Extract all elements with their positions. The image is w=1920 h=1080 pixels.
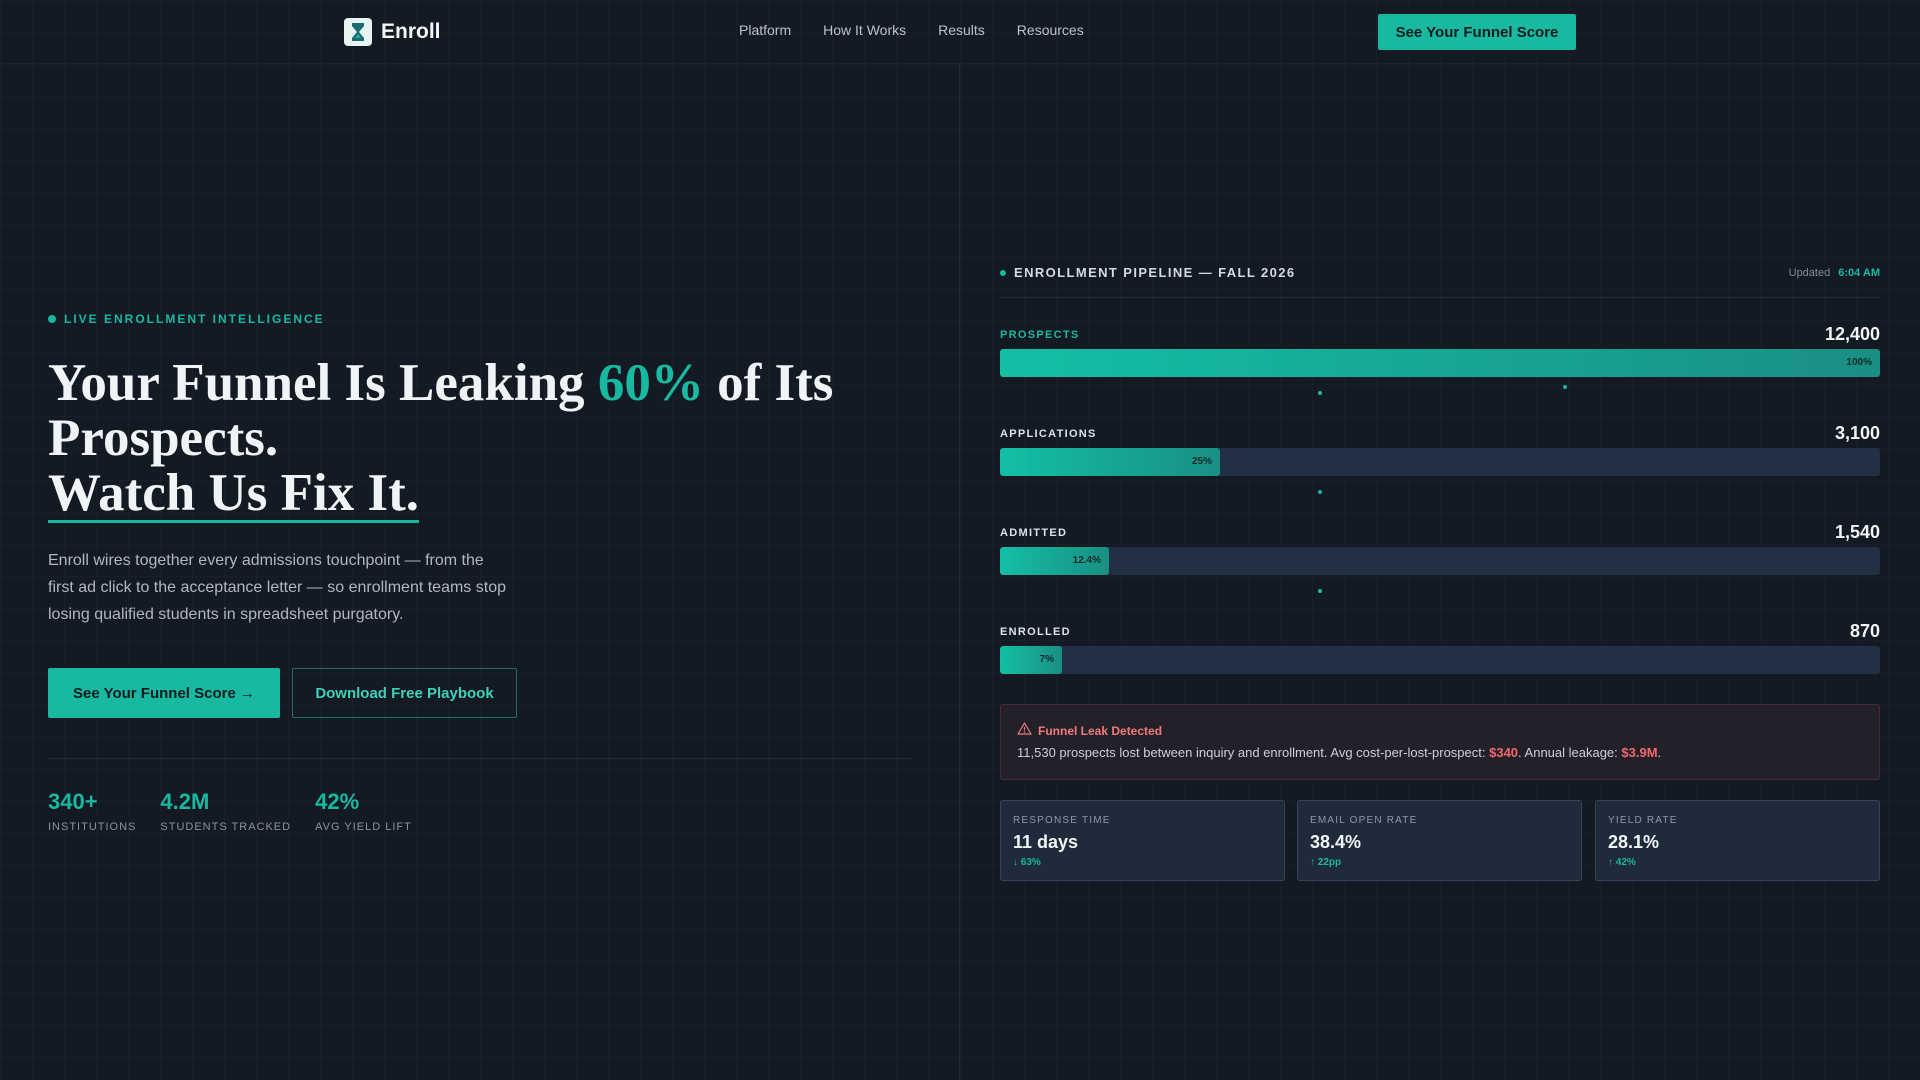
download-playbook-button[interactable]: Download Free Playbook xyxy=(292,668,517,718)
stage-percent: 100% xyxy=(1846,357,1872,368)
metric-value: 11 days xyxy=(1013,832,1079,852)
nav-link-results[interactable]: Results xyxy=(938,22,985,38)
flow-dot-icon xyxy=(1318,589,1322,593)
stat-label: AVG YIELD LIFT xyxy=(315,821,412,833)
hourglass-icon xyxy=(344,18,372,46)
top-nav: Enroll Platform How It Works Results Res… xyxy=(0,0,1920,64)
alert-body: 11,530 prospects lost between inquiry an… xyxy=(1017,745,1661,760)
nav-funnel-score-button[interactable]: See Your Funnel Score xyxy=(1378,14,1576,50)
updated-time: 6:04 AM xyxy=(1838,267,1880,279)
hero-eyebrow: LIVE ENROLLMENT INTELLIGENCE xyxy=(48,312,325,326)
alert-header: Funnel Leak Detected xyxy=(1017,722,1162,740)
alert-text: 11,530 prospects lost between inquiry an… xyxy=(1017,745,1490,760)
nav-link-platform[interactable]: Platform xyxy=(739,22,791,38)
stage-bar-fill: 100% xyxy=(1000,349,1880,377)
stat-yield-lift: 42% AVG YIELD LIFT xyxy=(315,789,412,833)
hero-headline: Your Funnel Is Leaking 60% of Its Prospe… xyxy=(48,356,908,523)
nav-link-resources[interactable]: Resources xyxy=(1017,22,1084,38)
see-funnel-score-button[interactable]: See Your Funnel Score → xyxy=(48,668,280,718)
stage-percent: 7% xyxy=(1039,654,1054,665)
stat-value: 42% xyxy=(315,789,360,814)
pipeline-title: ENROLLMENT PIPELINE — FALL 2026 xyxy=(1014,265,1296,280)
flow-dot-icon xyxy=(1318,490,1322,494)
metric-label: EMAIL OPEN RATE xyxy=(1310,815,1418,826)
flow-dot-icon xyxy=(1318,391,1322,395)
stage-count: 870 xyxy=(1849,621,1880,641)
headline-prefix: Your Funnel Is Leaking xyxy=(48,354,598,412)
status-dot-icon xyxy=(1000,269,1006,276)
pipeline-header: ENROLLMENT PIPELINE — FALL 2026 Updated 6… xyxy=(1000,262,1880,298)
headline-accent: 60% xyxy=(597,354,704,412)
stat-label: STUDENTS TRACKED xyxy=(160,821,292,833)
brand-name: Enroll xyxy=(381,20,441,43)
alert-text: . xyxy=(1657,745,1662,760)
stat-institutions: 340+ INSTITUTIONS xyxy=(48,789,136,833)
stage-percent: 12.4% xyxy=(1072,555,1101,566)
nav-link-how-it-works[interactable]: How It Works xyxy=(823,22,906,38)
stage-count: 12,400 xyxy=(1824,324,1880,344)
funnel-leak-alert: Funnel Leak Detected 11,530 prospects lo… xyxy=(1000,704,1880,780)
stage-label: PROSPECTS xyxy=(1000,329,1080,341)
flow-dot-icon xyxy=(1563,385,1567,389)
stage-count: 3,100 xyxy=(1834,423,1880,443)
metric-delta: ↓ 63% xyxy=(1013,857,1041,868)
eyebrow-text: LIVE ENROLLMENT INTELLIGENCE xyxy=(64,312,325,326)
hero-subtext: Enroll wires together every admissions t… xyxy=(48,552,506,623)
alert-cost: $340 xyxy=(1489,745,1519,760)
stage-label: ENROLLED xyxy=(1000,626,1071,638)
metric-value: 38.4% xyxy=(1310,832,1362,852)
stage-bar-fill: 25% xyxy=(1000,448,1220,476)
metric-label: RESPONSE TIME xyxy=(1013,815,1111,826)
metric-card-response-time: RESPONSE TIME 11 days ↓ 63% xyxy=(1000,800,1285,881)
stat-value: 4.2M xyxy=(160,789,210,814)
nav-links: Platform How It Works Results Resources xyxy=(739,22,1084,38)
stage-bar-fill: 7% xyxy=(1000,646,1062,674)
stage-bar-track: 100% xyxy=(1000,349,1880,377)
live-dot-icon xyxy=(48,315,56,323)
alert-leakage: $3.9M xyxy=(1621,745,1658,760)
headline-line-two: Watch Us Fix It. xyxy=(48,464,419,523)
metric-card-yield-rate: YIELD RATE 28.1% ↑ 42% xyxy=(1595,800,1880,881)
metric-label: YIELD RATE xyxy=(1608,815,1678,826)
alert-title: Funnel Leak Detected xyxy=(1038,724,1163,738)
hero-stats: 340+ INSTITUTIONS 4.2M STUDENTS TRACKED … xyxy=(48,789,412,833)
metric-card-email-open-rate: EMAIL OPEN RATE 38.4% ↑ 22pp xyxy=(1297,800,1582,881)
stat-label: INSTITUTIONS xyxy=(48,821,137,833)
stage-bar-fill: 12.4% xyxy=(1000,547,1109,575)
brand-logo[interactable]: Enroll xyxy=(344,18,441,46)
stage-label: ADMITTED xyxy=(1000,527,1068,539)
stage-count: 1,540 xyxy=(1834,522,1880,542)
stage-percent: 25% xyxy=(1191,456,1212,467)
updated-label: Updated xyxy=(1788,267,1831,279)
metric-delta: ↑ 42% xyxy=(1608,857,1636,868)
pipeline-title-wrap: ENROLLMENT PIPELINE — FALL 2026 xyxy=(1000,265,1296,280)
stage-label: APPLICATIONS xyxy=(1000,428,1097,440)
warning-triangle-icon xyxy=(1017,722,1032,740)
alert-text: . Annual leakage: xyxy=(1518,745,1622,760)
stage-bar-track: 7% xyxy=(1000,646,1880,674)
stat-value: 340+ xyxy=(48,789,98,814)
updated-timestamp: Updated 6:04 AM xyxy=(1789,267,1880,279)
stats-divider xyxy=(48,758,912,759)
stat-students-tracked: 4.2M STUDENTS TRACKED xyxy=(160,789,291,833)
stage-bar-track: 25% xyxy=(1000,448,1880,476)
metric-delta: ↑ 22pp xyxy=(1310,857,1342,868)
section-divider xyxy=(959,64,960,1080)
metric-value: 28.1% xyxy=(1608,832,1660,852)
stage-bar-track: 12.4% xyxy=(1000,547,1880,575)
